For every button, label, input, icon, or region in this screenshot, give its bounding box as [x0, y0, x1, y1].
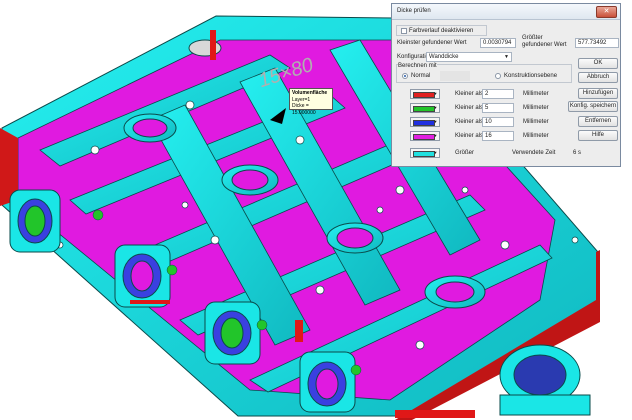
color-picker-4[interactable]: ▼ [410, 131, 440, 141]
add-button[interactable]: Hinzufügen [578, 88, 618, 99]
thickness-check-dialog: Dicke prüfen ✕ Farbverlauf deaktivieren … [391, 3, 621, 167]
config-value: Wanddicke [429, 54, 459, 60]
threshold-input-4[interactable]: 16 [482, 131, 514, 141]
op-label-3: Kleiner als [455, 119, 484, 125]
chevron-down-icon: ▼ [433, 91, 438, 96]
chevron-down-icon: ▼ [433, 105, 438, 110]
op-label-5: Größer [455, 150, 475, 156]
compute-label: Berechnen mit [398, 63, 437, 69]
op-label-1: Kleiner als [455, 91, 484, 97]
color-picker-2[interactable]: ▼ [410, 103, 440, 113]
max-value-field: 577.73492 [575, 38, 619, 48]
tooltip-thickness: Dicke = 15.000000 [292, 103, 316, 116]
gradient-checkbox[interactable] [401, 28, 407, 34]
time-label: Verwendete Zeit [512, 150, 556, 156]
threshold-input-1[interactable]: 2 [482, 89, 514, 99]
color-swatch-1 [413, 92, 435, 98]
color-picker-1[interactable]: ▼ [410, 89, 440, 99]
save-config-button[interactable]: Konfig. speichern [568, 101, 618, 112]
color-swatch-2 [413, 106, 435, 112]
tooltip: Volumenfläche Layer=1 Dicke = 15.000000 [289, 88, 333, 116]
op-label-2: Kleiner als [455, 105, 484, 111]
max-value-label-line1: Größter [522, 35, 543, 41]
close-button[interactable]: ✕ [596, 6, 617, 18]
remove-button[interactable]: Entfernen [578, 116, 618, 127]
radio-construction-label: Konstruktionsebene [504, 73, 558, 79]
dialog-titlebar[interactable]: Dicke prüfen ✕ [392, 4, 620, 20]
chevron-down-icon: ▼ [433, 133, 438, 138]
close-icon: ✕ [603, 8, 610, 15]
color-swatch-5 [413, 151, 435, 157]
min-value-field: 0.0030794 [480, 38, 516, 48]
radio-normal[interactable] [402, 73, 408, 79]
chevron-down-icon: ▼ [504, 54, 509, 60]
tooltip-title: Volumenfläche [292, 90, 328, 96]
chevron-down-icon: ▼ [433, 119, 438, 124]
chevron-down-icon: ▼ [433, 150, 438, 155]
gradient-label: Farbverlauf deaktivieren [409, 28, 474, 34]
time-value: 6 s [573, 150, 582, 156]
color-picker-3[interactable]: ▼ [410, 117, 440, 127]
dialog-title: Dicke prüfen [397, 8, 431, 14]
max-value-label-line2: gefundener Wert [522, 42, 567, 48]
unit-label-4: Millimeter [523, 133, 549, 139]
radio-construction[interactable] [495, 73, 501, 79]
min-value-label: Kleinster gefundener Wert [397, 40, 467, 46]
unit-label-2: Millimeter [523, 105, 549, 111]
unit-label-3: Millimeter [523, 119, 549, 125]
help-button[interactable]: Hilfe [578, 130, 618, 141]
color-swatch-3 [413, 120, 435, 126]
config-select[interactable]: Wanddicke ▼ [426, 52, 512, 62]
unit-label-1: Millimeter [523, 91, 549, 97]
color-swatch-4 [413, 134, 435, 140]
ok-button[interactable]: OK [578, 58, 618, 69]
radio-normal-label: Normal [411, 73, 431, 79]
color-picker-5[interactable]: ▼ [410, 148, 440, 158]
threshold-input-3[interactable]: 10 [482, 117, 514, 127]
cancel-button[interactable]: Abbruch [578, 72, 618, 83]
threshold-input-2[interactable]: 5 [482, 103, 514, 113]
op-label-4: Kleiner als [455, 133, 484, 139]
normal-spacer [440, 71, 470, 81]
